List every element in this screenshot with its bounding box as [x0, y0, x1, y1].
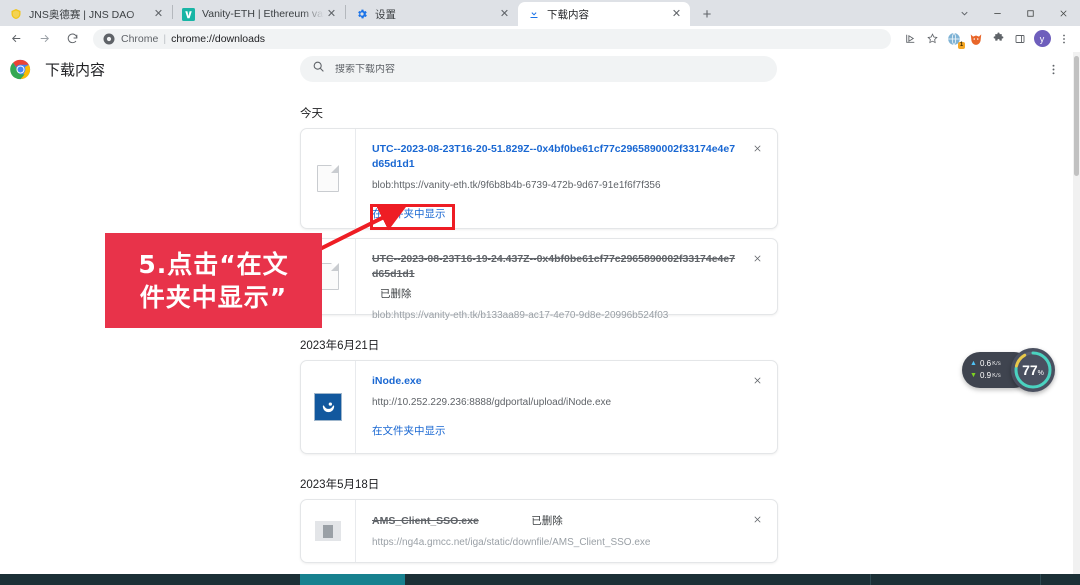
download-status-label: 已删除	[380, 288, 412, 300]
address-bar[interactable]: Chrome | chrome://downloads	[93, 28, 891, 49]
tab-search-chevron-icon[interactable]	[948, 0, 981, 26]
cpu-gauge[interactable]: 77%	[1011, 348, 1055, 392]
avatar-initial: y	[1033, 30, 1051, 47]
downloads-list: 今天 UTC--2023-08-23T16-20-51.829Z--0x4bf0…	[0, 105, 1080, 563]
new-tab-button[interactable]: +	[694, 2, 720, 26]
search-downloads-box[interactable]	[300, 56, 777, 82]
remove-download-icon[interactable]	[749, 140, 765, 156]
download-group: 2023年5月18日 AMS_Client_SSO.exe 已删除 https:…	[0, 476, 1080, 563]
tab-close-icon[interactable]: ✕	[324, 7, 339, 22]
download-source-url: blob:https://vanity-eth.tk/b133aa89-ac17…	[372, 310, 669, 321]
tab-title: JNS奥德赛 | JNS DAO	[29, 8, 135, 21]
upload-speed-value: 0.6	[979, 359, 992, 368]
download-item[interactable]: iNode.exe http://10.252.229.236:8888/gdp…	[300, 360, 778, 454]
downloads-header: 下载内容	[0, 52, 1080, 86]
tab-title: Vanity-ETH | Ethereum vanity a	[202, 8, 324, 20]
toolbar-icon-group: 1 y	[899, 28, 1080, 50]
upload-speed-unit: K/s	[992, 361, 1001, 367]
tab-close-icon[interactable]: ✕	[497, 7, 512, 22]
tab-strip: JNS奥德赛 | JNS DAO ✕ Vanity-ETH | Ethereum…	[0, 0, 1080, 26]
back-button[interactable]	[4, 27, 28, 51]
omnibox-origin: Chrome	[121, 32, 159, 45]
chrome-icon	[103, 33, 115, 45]
downloads-more-menu-icon[interactable]	[1044, 60, 1062, 78]
gauge-percent: 77%	[1022, 362, 1044, 378]
annotation-line-1: 5.点击“在文	[138, 249, 289, 279]
download-source-url: blob:https://vanity-eth.tk/9f6b8b4b-6739…	[372, 180, 661, 191]
remove-download-icon[interactable]	[749, 250, 765, 266]
browser-toolbar: Chrome | chrome://downloads 1 y	[0, 26, 1080, 52]
reload-button[interactable]	[60, 27, 84, 51]
tab-title: 下载内容	[547, 8, 589, 21]
maximize-button[interactable]	[1014, 0, 1047, 26]
network-speed-widget[interactable]: ▲ 0.6 K/s ▼ 0.9 K/s 77%	[962, 348, 1055, 392]
search-icon	[312, 60, 325, 78]
gear-icon	[355, 8, 368, 21]
group-date-label: 2023年5月18日	[300, 479, 380, 491]
download-file-name[interactable]: iNode.exe	[372, 374, 777, 389]
tab-vanity-eth[interactable]: Vanity-ETH | Ethereum vanity a ✕	[173, 2, 345, 26]
omnibox-url: chrome://downloads	[171, 32, 266, 45]
omnibox-divider: |	[163, 32, 167, 45]
download-speed-unit: K/s	[992, 373, 1001, 379]
bookmark-star-icon[interactable]	[921, 28, 943, 50]
minimize-button[interactable]	[981, 0, 1014, 26]
exe-file-icon	[315, 521, 341, 541]
close-window-button[interactable]	[1047, 0, 1080, 26]
download-details: iNode.exe http://10.252.229.236:8888/gdp…	[356, 361, 777, 453]
download-file-name[interactable]: AMS_Client_SSO.exe	[372, 515, 519, 527]
taskbar-active-window[interactable]	[300, 574, 405, 585]
download-details: AMS_Client_SSO.exe 已删除 https://ng4a.gmcc…	[356, 500, 777, 562]
window-controls	[948, 0, 1080, 26]
download-speed-value: 0.9	[979, 371, 992, 380]
sidepanel-icon[interactable]	[1009, 28, 1031, 50]
page-title: 下载内容	[45, 61, 106, 79]
fox-extension-icon[interactable]	[965, 28, 987, 50]
download-file-name[interactable]: UTC--2023-08-23T16-20-51.829Z--0x4bf0be6…	[372, 142, 777, 172]
puzzle-extension-icon[interactable]	[987, 28, 1009, 50]
download-icon	[527, 8, 540, 21]
search-input[interactable]	[335, 63, 765, 75]
file-icon-cell	[301, 361, 356, 453]
tab-close-icon[interactable]: ✕	[669, 7, 684, 22]
download-group: 2023年6月21日 iNode.exe http://10.252.229.2…	[0, 337, 1080, 454]
v-logo-icon	[182, 7, 195, 21]
tab-title: 设置	[375, 8, 396, 21]
os-taskbar	[0, 574, 1080, 585]
download-item[interactable]: AMS_Client_SSO.exe 已删除 https://ng4a.gmcc…	[300, 499, 778, 563]
remove-download-icon[interactable]	[749, 511, 765, 527]
generic-file-icon	[317, 165, 339, 192]
tab-downloads[interactable]: 下载内容 ✕	[518, 2, 690, 26]
forward-button[interactable]	[32, 27, 56, 51]
annotation-line-2: 件夹中显示”	[139, 282, 288, 312]
annotation-callout: 5.点击“在文 件夹中显示”	[105, 233, 322, 328]
inode-app-icon	[314, 393, 342, 421]
extension-globe-icon[interactable]: 1	[943, 28, 965, 50]
tab-close-icon[interactable]: ✕	[151, 7, 166, 22]
download-file-name[interactable]: UTC--2023-08-23T16-19-24.437Z--0x4bf0be6…	[372, 252, 777, 282]
chrome-logo-icon	[10, 59, 31, 80]
remove-download-icon[interactable]	[749, 372, 765, 388]
profile-avatar[interactable]: y	[1031, 28, 1053, 50]
page-scrollbar-thumb[interactable]	[1074, 56, 1079, 176]
tab-jns-dao[interactable]: JNS奥德赛 | JNS DAO ✕	[0, 2, 172, 26]
download-source-url: https://ng4a.gmcc.net/iga/static/downfil…	[372, 537, 651, 548]
file-icon-cell	[301, 500, 356, 562]
download-status-label: 已删除	[531, 515, 563, 527]
browser-window: JNS奥德赛 | JNS DAO ✕ Vanity-ETH | Ethereum…	[0, 0, 1080, 585]
share-icon[interactable]	[899, 28, 921, 50]
shield-icon	[9, 8, 22, 21]
chrome-menu-icon[interactable]	[1053, 28, 1075, 50]
upload-arrow-icon: ▲	[970, 360, 977, 367]
download-source-url: http://10.252.229.236:8888/gdportal/uplo…	[372, 397, 612, 408]
group-date-label: 今天	[300, 108, 323, 120]
show-in-folder-link[interactable]: 在文件夹中显示	[372, 423, 446, 438]
extension-badge-count: 1	[958, 41, 965, 49]
tab-settings[interactable]: 设置 ✕	[346, 2, 518, 26]
download-arrow-icon: ▼	[970, 372, 977, 379]
